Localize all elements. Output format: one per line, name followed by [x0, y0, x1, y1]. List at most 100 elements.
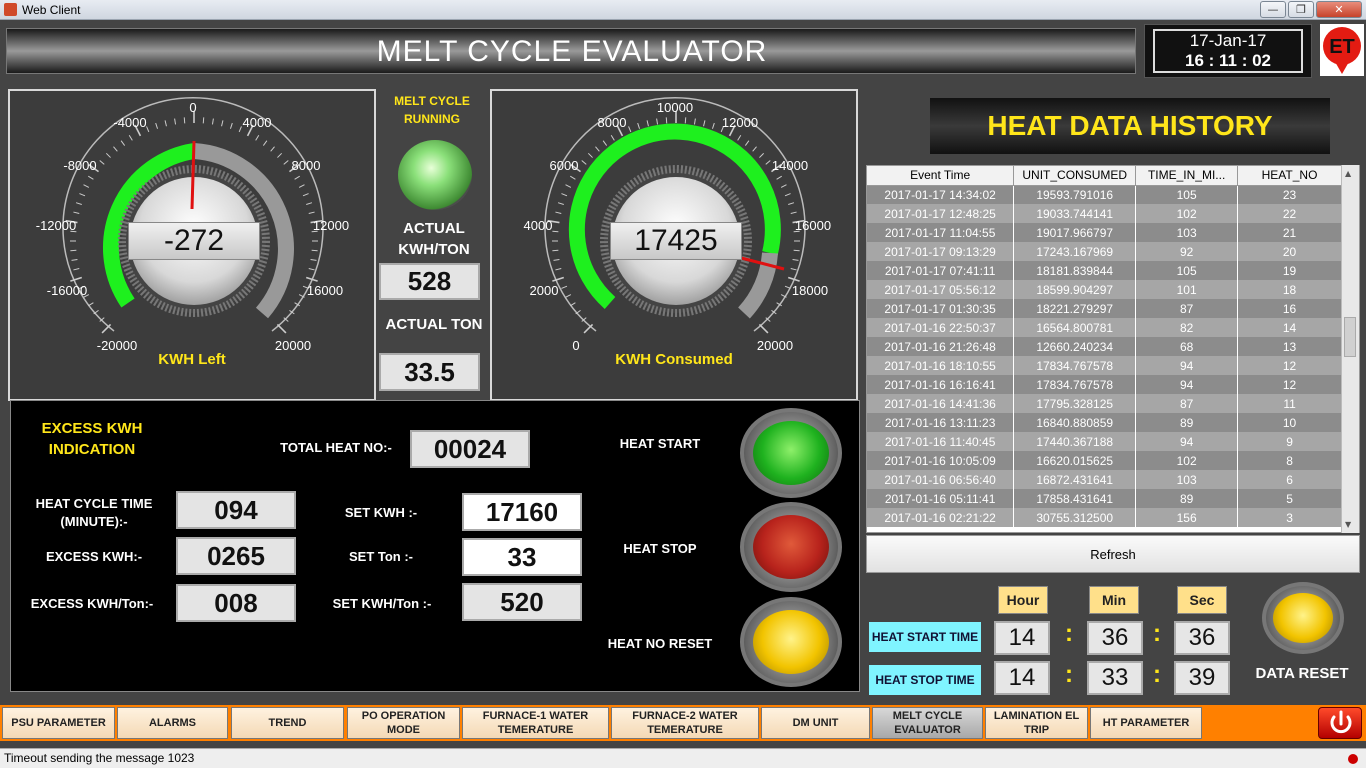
table-cell: 13	[1237, 337, 1342, 356]
gauge-tick	[306, 202, 313, 206]
heat-stop-button[interactable]	[740, 502, 842, 592]
set-kwh-input[interactable]: 17160	[462, 493, 582, 531]
gauge-tick	[277, 152, 283, 158]
heat-stop-time-button[interactable]: HEAT STOP TIME	[868, 664, 982, 696]
table-row[interactable]: 2017-01-17 11:04:55 19017.966797 103 21	[867, 223, 1342, 242]
table-cell: 16872.431641	[1013, 470, 1137, 489]
start-min-value: 36	[1087, 621, 1143, 655]
tick-label: -8000	[63, 158, 96, 173]
table-row[interactable]: 2017-01-16 10:05:09 16620.015625 102 8	[867, 451, 1342, 470]
hour-header: Hour	[998, 586, 1048, 614]
tick-label: 2000	[530, 283, 559, 298]
maximize-button[interactable]: ❐	[1288, 1, 1314, 18]
table-cell: 12660.240234	[1013, 337, 1137, 356]
table-cell: 87	[1135, 299, 1239, 318]
set-ton-label: SET Ton :-	[348, 549, 414, 564]
nav-trend[interactable]: TREND	[231, 707, 344, 739]
table-cell: 2017-01-17 01:30:35	[867, 299, 1015, 318]
set-ton-input[interactable]: 33	[462, 538, 582, 576]
table-row[interactable]: 2017-01-16 14:41:36 17795.328125 87 11	[867, 394, 1342, 413]
gauge-tick	[758, 323, 769, 334]
table-row[interactable]: 2017-01-16 22:50:37 16564.800781 82 14	[867, 318, 1342, 337]
table-row[interactable]: 2017-01-17 12:48:25 19033.744141 102 22	[867, 204, 1342, 223]
table-row[interactable]: 2017-01-17 01:30:35 18221.279297 87 16	[867, 299, 1342, 318]
gauge-tick	[737, 135, 742, 141]
table-row[interactable]: 2017-01-17 09:13:29 17243.167969 92 20	[867, 242, 1342, 261]
heat-start-button[interactable]	[740, 408, 842, 498]
total-heat-value: 00024	[410, 430, 530, 468]
melt-cycle-running-label: MELT CYCLE RUNNING	[394, 94, 470, 126]
gauge-tick	[637, 122, 641, 129]
table-row[interactable]: 2017-01-17 05:56:12 18599.904297 101 18	[867, 280, 1342, 299]
nav-psu-parameter[interactable]: PSU PARAMETER	[2, 707, 115, 739]
column-header-heat-no[interactable]: HEAT_NO	[1237, 166, 1342, 186]
table-row[interactable]: 2017-01-16 11:40:45 17440.367188 94 9	[867, 432, 1342, 451]
gauge-tick	[120, 140, 126, 146]
table-row[interactable]: 2017-01-16 06:56:40 16872.431641 103 6	[867, 470, 1342, 489]
running-indicator-lamp	[398, 140, 472, 210]
kwh-left-panel: -20000 -16000 -12000 -8000 -4000 0 4000 …	[8, 89, 376, 401]
nav-melt-cycle-evaluator[interactable]: MELT CYCLE EVALUATOR	[872, 707, 983, 739]
table-row[interactable]: 2017-01-16 02:21:22 30755.312500 156 3	[867, 508, 1342, 527]
column-header-event-time[interactable]: Event Time	[867, 166, 1015, 186]
column-header-time-in-min[interactable]: TIME_IN_MI...	[1135, 166, 1239, 186]
gauge-tick	[561, 285, 568, 289]
time-separator: :	[1153, 661, 1161, 688]
table-row[interactable]: 2017-01-16 16:16:41 17834.767578 94 12	[867, 375, 1342, 394]
time-separator: :	[1065, 661, 1073, 688]
excess-kwh-value: 0265	[176, 537, 296, 575]
heat-start-time-button[interactable]: HEAT START TIME	[868, 621, 982, 653]
table-cell: 101	[1135, 280, 1239, 299]
gauge-tick	[581, 160, 587, 165]
set-kwh-label: SET KWH :-	[344, 505, 418, 520]
table-row[interactable]: 2017-01-17 07:41:11 18181.839844 105 19	[867, 261, 1342, 280]
table-row[interactable]: 2017-01-16 13:11:23 16840.880859 89 10	[867, 413, 1342, 432]
gauge-tick	[792, 258, 799, 261]
table-cell: 2017-01-17 11:04:55	[867, 223, 1015, 242]
gauge-tick	[561, 193, 568, 197]
nav-po-operation-mode[interactable]: PO OPERATION MODE	[347, 707, 460, 739]
nav-lamination-el-trip[interactable]: LAMINATION EL TRIP	[985, 707, 1088, 739]
table-cell: 21	[1237, 223, 1342, 242]
tick-label: -4000	[113, 115, 146, 130]
table-row[interactable]: 2017-01-16 05:11:41 17858.431641 89 5	[867, 489, 1342, 508]
data-reset-button[interactable]	[1262, 582, 1344, 654]
nav-furnace1-water-temp[interactable]: FURNACE-1 WATER TEMERATURE	[462, 707, 609, 739]
gauge-tick	[255, 135, 260, 141]
set-kwh-ton-label: SET KWH/Ton :-	[332, 596, 432, 611]
stop-hour-value: 14	[994, 661, 1050, 695]
refresh-button[interactable]: Refresh	[866, 535, 1360, 573]
table-cell: 17795.328125	[1013, 394, 1137, 413]
nav-alarms[interactable]: ALARMS	[117, 707, 228, 739]
history-scrollbar[interactable]: ▲ ▼	[1341, 165, 1359, 533]
minimize-button[interactable]: —	[1260, 1, 1286, 18]
gauge-tick	[784, 193, 791, 197]
nav-ht-parameter[interactable]: HT PARAMETER	[1090, 707, 1202, 739]
table-cell: 18181.839844	[1013, 261, 1137, 280]
scroll-thumb	[1344, 317, 1356, 357]
table-row[interactable]: 2017-01-16 21:26:48 12660.240234 68 13	[867, 337, 1342, 356]
tick-label: 14000	[772, 158, 808, 173]
heat-data-history-title: HEAT DATA HISTORY	[930, 98, 1330, 154]
table-cell: 17440.367188	[1013, 432, 1137, 451]
table-cell: 105	[1135, 185, 1239, 204]
table-row[interactable]: 2017-01-16 18:10:55 17834.767578 94 12	[867, 356, 1342, 375]
gauge-tick	[703, 120, 706, 127]
table-cell: 2017-01-16 11:40:45	[867, 432, 1015, 451]
table-row[interactable]: 2017-01-17 14:34:02 19593.791016 105 23	[867, 185, 1342, 204]
gauge-tick	[583, 323, 594, 334]
gauge-tick	[656, 118, 659, 125]
heat-no-reset-button[interactable]	[740, 597, 842, 687]
close-button[interactable]: ✕	[1316, 1, 1362, 18]
nav-furnace2-water-temp[interactable]: FURNACE-2 WATER TEMERATURE	[611, 707, 759, 739]
actual-ton-value: 33.5	[379, 353, 480, 391]
table-cell: 89	[1135, 413, 1239, 432]
kwh-consumed-panel: 0 2000 4000 6000 8000 10000 12000 14000 …	[490, 89, 858, 401]
gauge-tick	[752, 146, 757, 152]
kwh-left-label: KWH Left	[158, 351, 226, 368]
nav-dm-unit[interactable]: DM UNIT	[761, 707, 870, 739]
page-title: MELT CYCLE EVALUATOR	[376, 35, 768, 68]
total-heat-label: TOTAL HEAT NO:-	[280, 440, 392, 455]
power-button[interactable]	[1318, 707, 1362, 739]
column-header-unit-consumed[interactable]: UNIT_CONSUMED	[1013, 166, 1137, 186]
